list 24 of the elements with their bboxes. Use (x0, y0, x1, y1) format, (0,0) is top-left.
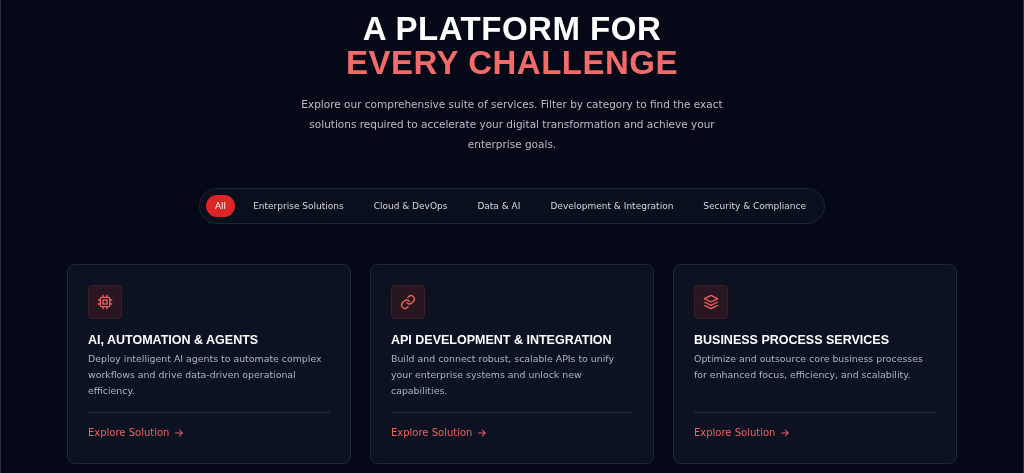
filter-tab[interactable]: Security & Compliance (691, 195, 819, 217)
arrow-icon (780, 427, 791, 438)
card-title: BUSINESS PROCESS SERVICES (694, 333, 890, 347)
card-description: Optimize and outsource core business processes for enhanced focus, efficiency, and scalability. (694, 352, 924, 382)
layers-icon (694, 285, 728, 319)
filter-tab[interactable]: Enterprise Solutions (241, 195, 356, 217)
chip-icon (88, 285, 122, 319)
card-description: Deploy intelligent AI agents to automate complex workflows and drive data-driven operational efficiency. (88, 352, 323, 398)
card-title: API DEVELOPMENT & INTEGRATION (391, 333, 613, 347)
intro-text: Explore our comprehensive suite of services. Filter by category to find the exact solutions required to accelerate your digital transformation and achieve your enterprise goals. (300, 97, 724, 152)
filter-tab[interactable]: All (205, 195, 236, 217)
explore-link[interactable]: Explore Solution (391, 427, 633, 438)
explore-link[interactable]: Explore Solution (88, 427, 330, 438)
heading-line: EVERY CHALLENGE (345, 46, 679, 80)
filter-tab[interactable]: Cloud & DevOps (361, 195, 460, 217)
arrow-icon (477, 427, 488, 438)
card-title: AI, AUTOMATION & AGENTS (88, 333, 260, 347)
filter-tab[interactable]: Data & AI (465, 195, 533, 217)
link-icon (391, 285, 425, 319)
filter-tab[interactable]: Development & Integration (538, 195, 686, 217)
heading-line: A PLATFORM FOR (362, 12, 662, 46)
card-description: Build and connect robust, scalable APIs to unify your enterprise systems and unlock new capabilities. (391, 352, 615, 398)
arrow-icon (174, 427, 185, 438)
explore-link[interactable]: Explore Solution (694, 427, 936, 438)
